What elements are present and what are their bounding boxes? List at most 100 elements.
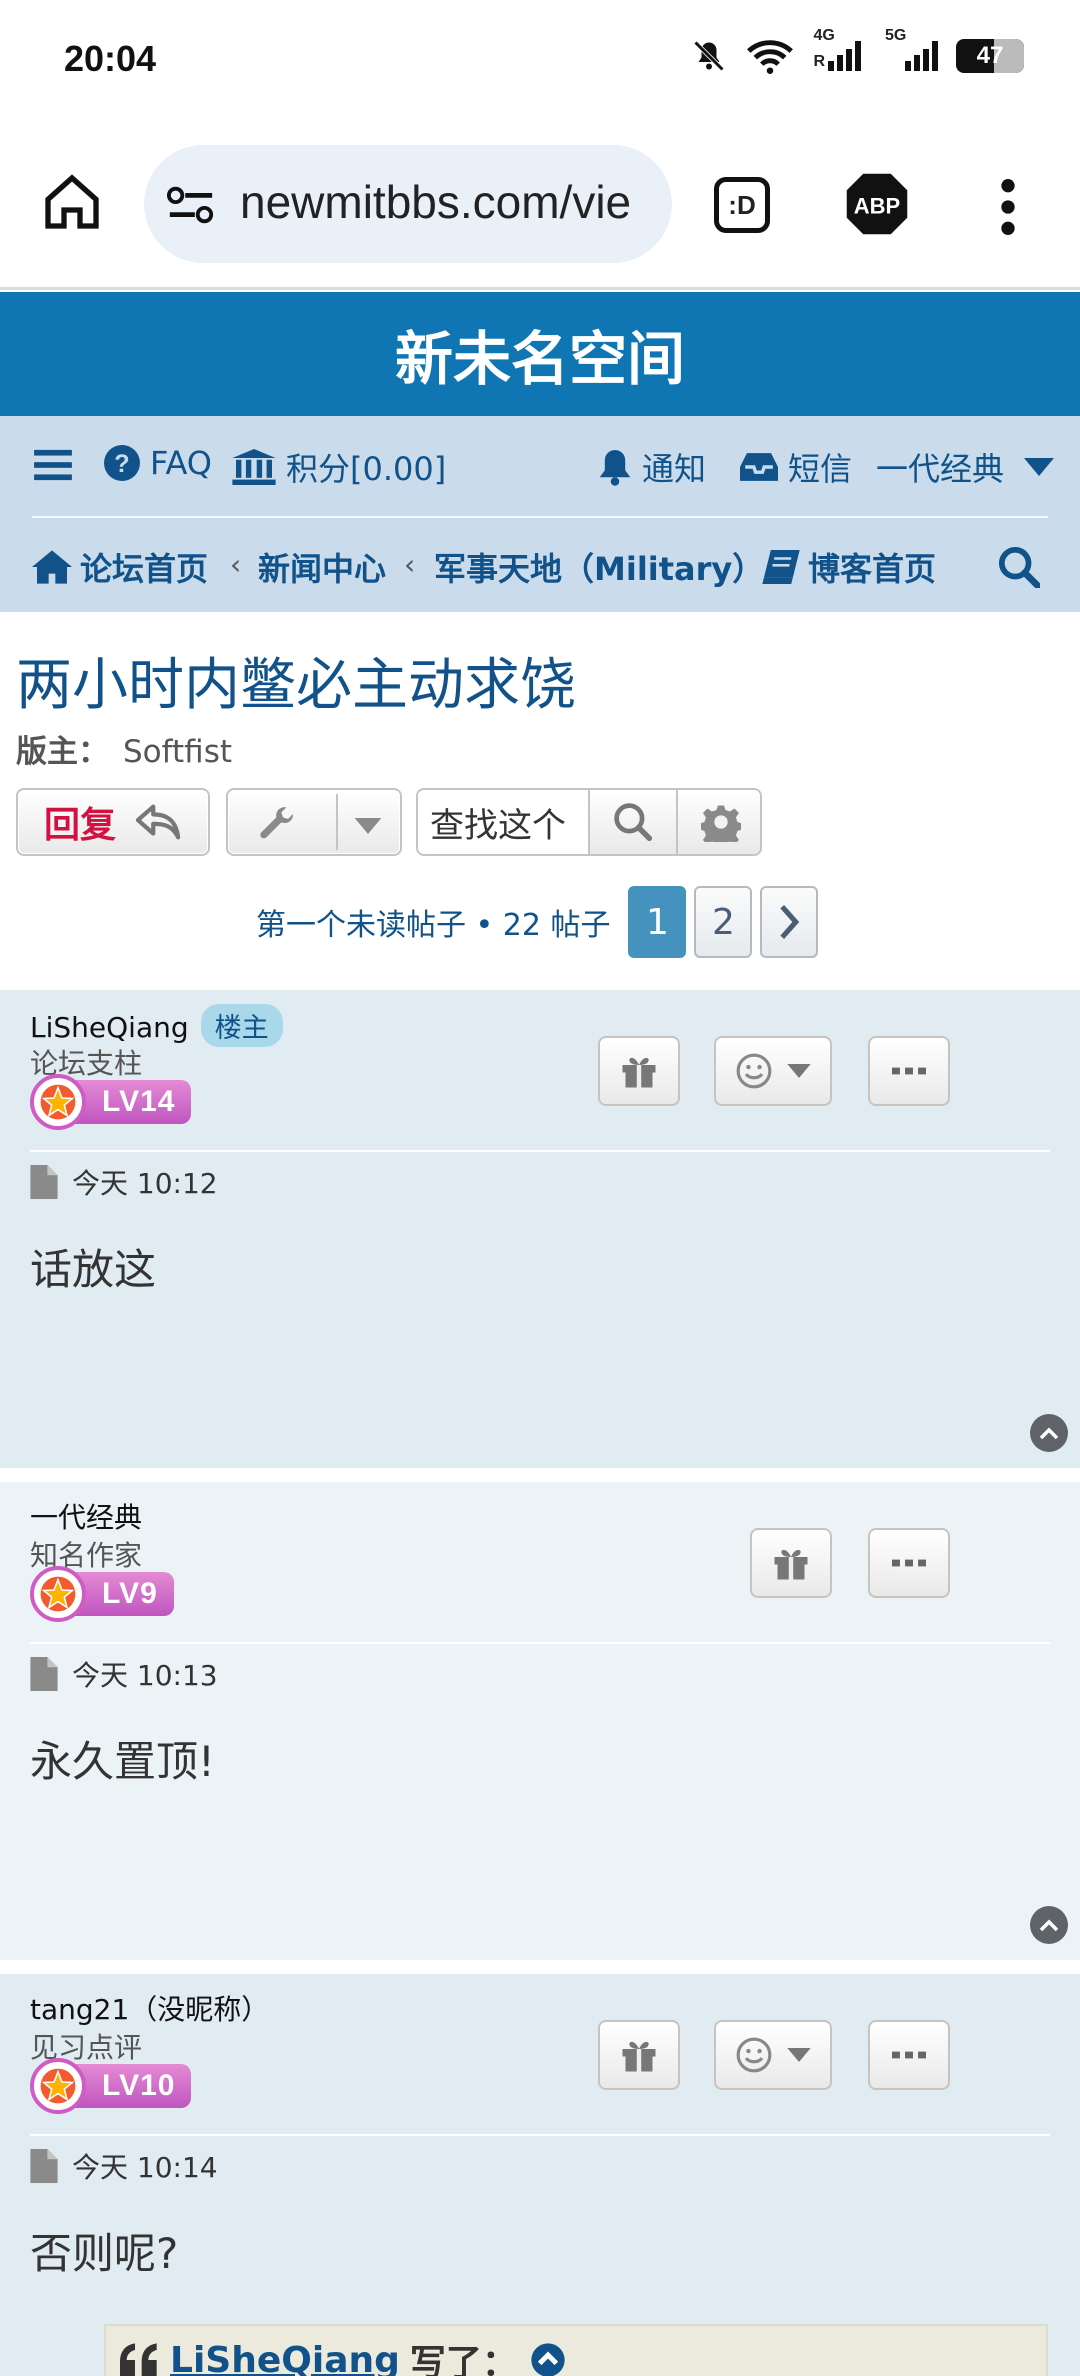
search-icon[interactable]: [998, 546, 1040, 588]
breadcrumb-news[interactable]: 新闻中心: [258, 544, 386, 590]
star-icon: [30, 1566, 86, 1622]
gift-button[interactable]: [598, 2020, 680, 2090]
topic-search-input[interactable]: 查找这个: [418, 790, 588, 854]
post-divider: [30, 2134, 1050, 2136]
post-more-button[interactable]: [868, 2020, 950, 2090]
quote-author-suffix: 写了：: [409, 2343, 518, 2376]
breadcrumb-forum-home[interactable]: 论坛首页: [32, 544, 208, 590]
star-icon: [30, 1074, 86, 1130]
book-icon: [762, 550, 800, 584]
post: LiSheQiang 楼主 论坛支柱 LV14 今天 10:12 话放这: [0, 990, 1080, 1468]
wrench-icon: [260, 807, 294, 839]
post-content: 否则呢?: [30, 2229, 179, 2278]
level-badge: LV14: [30, 1074, 192, 1130]
network-4g-label: 4G: [813, 27, 835, 44]
post-time: 今天 10:14: [72, 2151, 218, 2184]
username: 一代经典: [876, 450, 1005, 488]
quote-author-link[interactable]: LiSheQiang: [170, 2340, 400, 2376]
post-file-icon[interactable]: [30, 2149, 58, 2183]
post-content: 永久置顶!: [30, 1737, 215, 1786]
post-time: 今天 10:12: [72, 1167, 218, 1200]
hamburger-icon[interactable]: [34, 448, 72, 482]
user-menu[interactable]: 一代经典: [876, 444, 1055, 490]
smiley-icon: [736, 2037, 772, 2073]
quote-header: LiSheQiang 写了：: [120, 2334, 568, 2376]
notifications-label: 通知: [642, 450, 707, 488]
gift-icon: [622, 2041, 656, 2072]
url-text: newmitbbs.com/vie: [240, 176, 632, 228]
op-badge: 楼主: [200, 1004, 283, 1047]
caret-down-icon: [1024, 458, 1055, 476]
advanced-search-button[interactable]: [676, 790, 760, 854]
breadcrumb-chevron: ‹: [230, 548, 242, 581]
points-label: 积分[0.00]: [286, 450, 447, 488]
adblock-icon[interactable]: ABP: [844, 171, 910, 237]
reaction-button[interactable]: [714, 2020, 832, 2090]
reply-label: 回复: [43, 805, 116, 846]
topic-tools-button[interactable]: [226, 788, 402, 856]
messages-link[interactable]: 短信: [740, 444, 852, 490]
page-2[interactable]: 2: [694, 886, 753, 958]
home-icon[interactable]: [40, 170, 104, 234]
points-link[interactable]: 积分[0.00]: [232, 444, 446, 490]
post: tang21（没昵称） 见习点评 LV10 今天 10:14 否则呢? LiSh…: [0, 1974, 1080, 2376]
blog-home-link[interactable]: 博客首页: [762, 544, 936, 590]
page-1[interactable]: 1: [628, 886, 687, 958]
moderator-label: 版主：: [16, 734, 109, 770]
inbox-icon: [740, 453, 778, 481]
moderator-name[interactable]: Softfist: [123, 734, 232, 770]
moderator-line: 版主： Softfist: [16, 726, 232, 771]
status-bar: 20:04 4G R 5G 47: [0, 0, 1080, 125]
post-more-button[interactable]: [868, 1036, 950, 1106]
smiley-icon: [736, 1053, 772, 1089]
chevron-up-icon: [1039, 1919, 1059, 1932]
clock: 20:04: [64, 38, 157, 79]
jump-to-quote-icon[interactable]: [528, 2340, 568, 2376]
bank-icon: [232, 449, 276, 485]
question-icon: ?: [104, 445, 140, 481]
quote-mark-icon: [120, 2343, 157, 2376]
adblock-label: ABP: [854, 194, 900, 219]
breadcrumb-military[interactable]: 军事天地（Military）: [434, 544, 764, 590]
notifications-link[interactable]: 通知: [598, 444, 706, 490]
topic-search-button[interactable]: [588, 790, 676, 854]
post-author[interactable]: LiSheQiang 楼主: [30, 1004, 283, 1047]
topic-title[interactable]: 两小时内鳖必主动求饶: [16, 640, 576, 721]
gear-icon: [701, 805, 741, 842]
caret-down-icon: [787, 1064, 811, 1078]
post: 一代经典 知名作家 LV9 今天 10:13 永久置顶!: [0, 1482, 1080, 1960]
more-menu-icon[interactable]: [990, 175, 1026, 239]
back-to-top-button[interactable]: [1030, 1414, 1068, 1452]
post-time: 今天 10:13: [72, 1659, 218, 1692]
quote-block: LiSheQiang 写了：: [104, 2324, 1048, 2376]
gift-button[interactable]: [598, 1036, 680, 1106]
reply-button[interactable]: 回复: [16, 788, 210, 856]
tab-switcher-button[interactable]: :D: [714, 177, 770, 233]
home-icon: [32, 550, 72, 584]
star-icon: [30, 2058, 86, 2114]
signal-5g-icon: 5G: [885, 27, 938, 71]
post-author[interactable]: 一代经典: [30, 1496, 142, 1536]
reaction-button[interactable]: [714, 1036, 832, 1106]
battery-icon: 47: [956, 39, 1024, 73]
gift-button[interactable]: [750, 1528, 832, 1598]
gift-icon: [622, 1057, 656, 1088]
post-content: 话放这: [30, 1245, 157, 1294]
post-author[interactable]: tang21（没昵称）: [30, 1988, 269, 2028]
post-meta: 今天 10:13: [30, 1654, 218, 1694]
back-to-top-button[interactable]: [1030, 1906, 1068, 1944]
faq-label: FAQ: [150, 444, 212, 482]
post-file-icon[interactable]: [30, 1657, 58, 1691]
nav-panel: ? FAQ 积分[0.00] 通知 短信 一代经典 论坛首页 ‹ 新闻中心 ‹: [0, 416, 1080, 612]
faq-link[interactable]: ? FAQ: [104, 444, 212, 482]
next-page-button[interactable]: [760, 886, 819, 958]
post-more-button[interactable]: [868, 1528, 950, 1598]
ellipsis-icon: [892, 1067, 926, 1075]
post-file-icon[interactable]: [30, 1165, 58, 1199]
site-settings-icon[interactable]: [166, 185, 216, 225]
address-bar[interactable]: newmitbbs.com/vie: [144, 145, 672, 263]
site-title[interactable]: 新未名空间: [0, 292, 1080, 416]
browser-toolbar: newmitbbs.com/vie :D ABP: [0, 125, 1080, 290]
signal-4g-icon: 4G R: [813, 27, 861, 71]
level-badge: LV10: [30, 2058, 192, 2114]
